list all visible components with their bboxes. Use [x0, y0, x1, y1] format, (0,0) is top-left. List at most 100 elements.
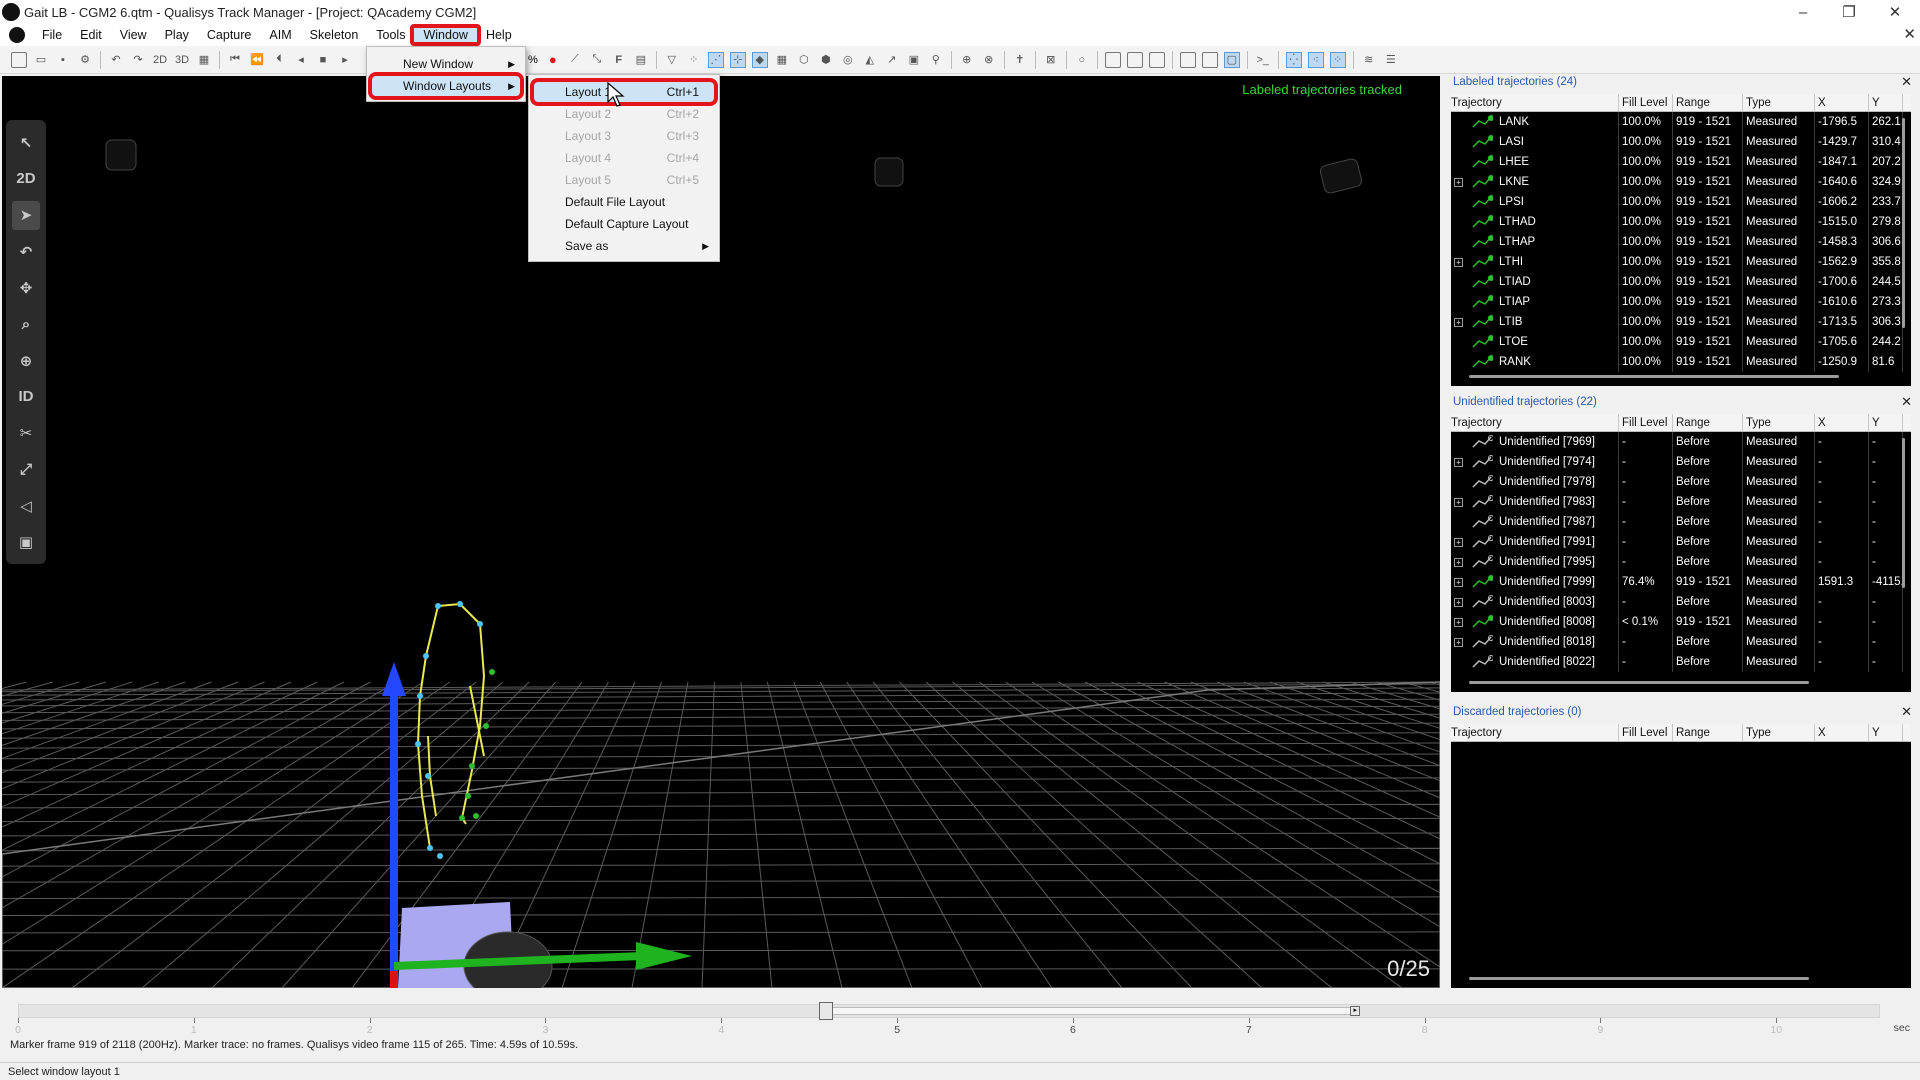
view-3d-icon[interactable]: 3D — [174, 52, 190, 68]
rotate-tool-icon[interactable]: ↶ — [12, 237, 40, 266]
menu-item-new-window[interactable]: New Window ▶ — [371, 53, 521, 75]
restore-button[interactable]: ❐ — [1826, 0, 1872, 24]
terminal-icon[interactable]: >_ — [1255, 52, 1271, 68]
goto-start-icon[interactable]: ⏮ — [227, 52, 243, 68]
identify-icon[interactable]: ⁖ — [1307, 51, 1324, 68]
expand-icon[interactable]: + — [1454, 318, 1463, 327]
expand-icon[interactable]: + — [1454, 498, 1463, 507]
menu-skeleton[interactable]: Skeleton — [301, 24, 368, 46]
trajectory-row[interactable]: + Unidentified [8003] - Before Measured - - — [1451, 592, 1911, 612]
expand-icon[interactable]: + — [1454, 258, 1463, 267]
trajectory-row[interactable]: LHEE 100.0% 919 - 1521 Measured -1847.1 207.2 — [1451, 152, 1911, 172]
menu-item-save-as[interactable]: Save as ▶ — [533, 235, 715, 257]
column-header[interactable]: Trajectory — [1451, 94, 1619, 111]
markers-icon[interactable]: ⁘ — [686, 52, 702, 68]
trajectory-row[interactable]: Unidentified [7969] - Before Measured - - — [1451, 432, 1911, 452]
translate-tool-icon[interactable]: ✥ — [12, 273, 40, 302]
menu-view[interactable]: View — [111, 24, 156, 46]
person-icon[interactable]: ⚲ — [928, 52, 944, 68]
step-back-fast-icon[interactable]: ⏪ — [249, 52, 265, 68]
column-header[interactable]: Type — [1743, 724, 1815, 741]
menu-aim[interactable]: AIM — [260, 24, 300, 46]
column-header[interactable]: Type — [1743, 414, 1815, 431]
view-2d-icon[interactable]: 2D — [152, 52, 168, 68]
identify-tool-button[interactable]: ID — [12, 382, 40, 411]
trajectory-row[interactable]: LASI 100.0% 919 - 1521 Measured -1429.7 310.4 — [1451, 132, 1911, 152]
column-header[interactable]: Range — [1673, 414, 1743, 431]
gap-fill-icon[interactable]: ⁘ — [1329, 51, 1346, 68]
volume-icon[interactable]: ◎ — [840, 52, 856, 68]
expand-icon[interactable]: + — [1454, 618, 1463, 627]
trajectory-row[interactable]: + LTHI 100.0% 919 - 1521 Measured -1562.9 355.… — [1451, 252, 1911, 272]
cut-tool-icon[interactable]: ✂ — [12, 419, 40, 448]
trajectory-tool-icon[interactable]: ⟋ — [567, 52, 583, 68]
2d-view-button[interactable]: 2D — [12, 164, 40, 193]
menu-item-layout-3[interactable]: Layout 3 Ctrl+3 — [533, 125, 715, 147]
app-menu-icon[interactable] — [9, 27, 25, 43]
trajectory-row[interactable]: LTHAP 100.0% 919 - 1521 Measured -1458.3 306.… — [1451, 232, 1911, 252]
discarded-trajectory-grid[interactable]: Trajectory Fill Level Range Type X Y — [1451, 724, 1911, 988]
expand-icon[interactable]: + — [1454, 638, 1463, 647]
trajectory-row[interactable]: + LTIB 100.0% 919 - 1521 Measured -1713.5 306.… — [1451, 312, 1911, 332]
menu-play[interactable]: Play — [156, 24, 198, 46]
cone-icon[interactable]: ◭ — [862, 52, 878, 68]
table-icon[interactable]: ▤ — [633, 52, 649, 68]
stop-icon[interactable]: ■ — [315, 52, 331, 68]
trajectory-row[interactable]: Unidentified [7987] - Before Measured - - — [1451, 512, 1911, 532]
horizontal-scrollbar[interactable] — [1469, 681, 1809, 684]
3d-view[interactable]: Labeled trajectories tracked 0/25 ↖ 2D ➤… — [2, 76, 1440, 988]
circle-icon[interactable]: ○ — [1074, 52, 1090, 68]
play-back-icon[interactable]: ◂ — [293, 52, 309, 68]
menu-capture[interactable]: Capture — [198, 24, 260, 46]
layout-a-icon[interactable] — [1104, 51, 1121, 68]
selected-range[interactable] — [826, 1007, 1356, 1015]
trajectory-row[interactable]: RANK 100.0% 919 - 1521 Measured -1250.9 81.6 — [1451, 352, 1911, 372]
expand-icon[interactable]: + — [1454, 538, 1463, 547]
play-icon[interactable]: ▸ — [337, 52, 353, 68]
labeling-icon[interactable]: ⁛ — [1285, 51, 1302, 68]
timeline[interactable]: ▸ 0 1 2 3 4 5 6 7 8 9 10 sec — [0, 992, 1920, 1044]
menu-file[interactable]: File — [33, 24, 71, 46]
new-file-icon[interactable] — [11, 51, 27, 68]
menu-edit[interactable]: Edit — [71, 24, 111, 46]
trajectory-row[interactable]: + Unidentified [7991] - Before Measured - - — [1451, 532, 1911, 552]
menu-help[interactable]: Help — [477, 24, 521, 46]
menu-tools[interactable]: Tools — [367, 24, 414, 46]
crosshair-icon[interactable]: ⊕ — [959, 52, 975, 68]
measure-icon[interactable]: ⊠ — [1043, 52, 1059, 68]
trajectory-row[interactable]: + Unidentified [7995] - Before Measured - - — [1451, 552, 1911, 572]
redo-icon[interactable]: ↷ — [130, 52, 146, 68]
rigid-body-icon[interactable]: ⬡ — [796, 52, 812, 68]
close-button[interactable]: ✕ — [1872, 0, 1918, 24]
menu-window[interactable]: Window — [410, 24, 481, 46]
panel-left-icon[interactable] — [1179, 51, 1196, 68]
grid-icon[interactable]: ▦ — [774, 52, 790, 68]
column-header[interactable]: Trajectory — [1451, 724, 1619, 741]
column-header[interactable]: X — [1815, 94, 1869, 111]
column-header[interactable]: Y — [1869, 724, 1903, 741]
select-tool-icon[interactable]: ➤ — [12, 200, 40, 230]
menu-item-layout-4[interactable]: Layout 4 Ctrl+4 — [533, 147, 715, 169]
panel-close-button[interactable]: ✕ — [1901, 74, 1912, 90]
column-header[interactable]: Fill Level — [1619, 414, 1673, 431]
trajectory-row[interactable]: Unidentified [7978] - Before Measured - - — [1451, 472, 1911, 492]
force-plate-icon[interactable]: ◆ — [751, 51, 768, 68]
data-info-icon[interactable]: ☰ — [1383, 52, 1399, 68]
trajectory-row[interactable]: LPSI 100.0% 919 - 1521 Measured -1606.2 233.7 — [1451, 192, 1911, 212]
panel-close-button[interactable]: ✕ — [1901, 704, 1912, 720]
column-header[interactable]: Fill Level — [1619, 94, 1673, 111]
column-header[interactable]: X — [1815, 414, 1869, 431]
horizontal-scrollbar[interactable] — [1469, 977, 1809, 980]
column-header[interactable]: X — [1815, 724, 1869, 741]
trajectory-row[interactable]: LANK 100.0% 919 - 1521 Measured -1796.5 262.1 — [1451, 112, 1911, 132]
trajectory-row[interactable]: + Unidentified [7983] - Before Measured - - — [1451, 492, 1911, 512]
plot-icon[interactable]: ≋ — [1361, 52, 1377, 68]
trajectory-row[interactable]: LTIAD 100.0% 919 - 1521 Measured -1700.6 244.… — [1451, 272, 1911, 292]
step-back-icon[interactable]: ⏴ — [271, 52, 287, 68]
timeline-track[interactable]: ▸ — [18, 1002, 1880, 1020]
trajectory-row[interactable]: + Unidentified [7974] - Before Measured - - — [1451, 452, 1911, 472]
target-icon[interactable]: ⊗ — [981, 52, 997, 68]
trajectory-row[interactable]: Unidentified [8022] - Before Measured - - — [1451, 652, 1911, 672]
trajectory-row[interactable]: + Unidentified [8008] < 0.1% 919 - 1521 Meas… — [1451, 612, 1911, 632]
minimize-button[interactable]: – — [1780, 0, 1826, 24]
